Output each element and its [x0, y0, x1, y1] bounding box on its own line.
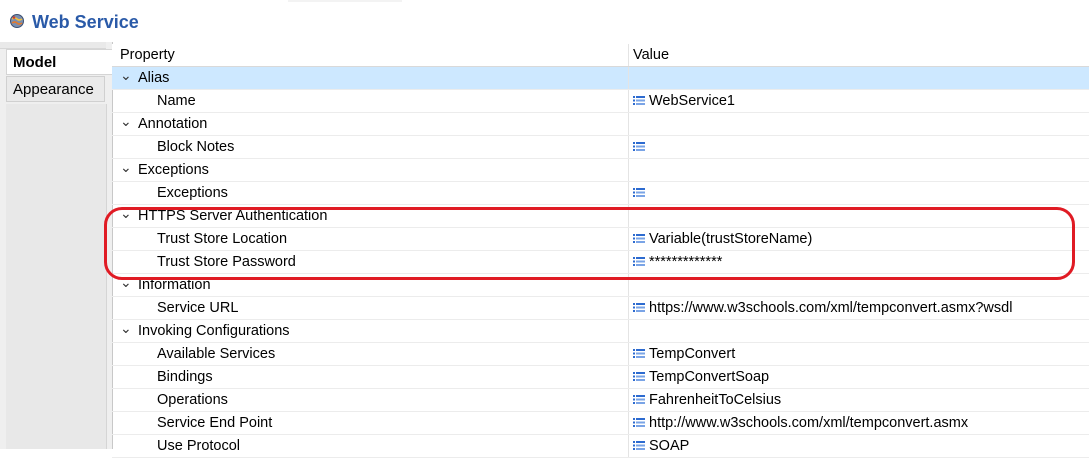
property-list-icon [633, 395, 645, 404]
column-separator [628, 182, 629, 204]
property-row[interactable]: Operations FahrenheitToCelsius [112, 389, 1089, 412]
property-label: Block Notes [157, 139, 235, 155]
property-row[interactable]: Service End Point http://www.w3schools.co… [112, 412, 1089, 435]
column-separator [628, 113, 629, 135]
property-list-icon [633, 96, 645, 105]
group-row[interactable]: ⌄ Alias [112, 67, 1089, 90]
column-separator [628, 274, 629, 296]
left-tab-panel: Model Appearance [0, 42, 113, 449]
property-list-icon [633, 372, 645, 381]
group-label: Alias [138, 70, 170, 86]
property-list-icon [633, 142, 645, 151]
property-row[interactable]: Block Notes [112, 136, 1089, 159]
property-list-icon [633, 418, 645, 427]
column-separator [628, 320, 629, 342]
chevron-down-icon[interactable]: ⌄ [120, 110, 132, 133]
column-separator [628, 159, 629, 181]
property-label: Exceptions [157, 185, 228, 201]
column-separator [628, 435, 629, 457]
editor-header: Web Service [0, 0, 1089, 42]
property-row[interactable]: Bindings TempConvertSoap [112, 366, 1089, 389]
header-tab-strip [288, 0, 402, 2]
property-value: TempConvertSoap [649, 369, 770, 385]
column-header-value-label: Value [633, 47, 670, 63]
property-label: Name [157, 93, 196, 109]
tab-panel-edge [0, 42, 106, 49]
group-row[interactable]: ⌄ HTTPS Server Authentication [112, 205, 1089, 228]
property-list-icon [633, 188, 645, 197]
column-separator [628, 67, 629, 89]
property-value: https://www.w3schools.com/xml/tempconver… [649, 300, 1013, 316]
tab-panel-background [6, 104, 107, 449]
group-label: Annotation [138, 116, 208, 132]
property-value: FahrenheitToCelsius [649, 392, 782, 408]
property-table: Property Value ⌄ Alias Name WebService1 ⌄ Ann… [112, 44, 1089, 458]
property-row[interactable]: Exceptions [112, 182, 1089, 205]
property-value: SOAP [649, 438, 690, 454]
property-row[interactable]: Use Protocol SOAP [112, 435, 1089, 458]
property-value: WebService1 [649, 93, 735, 109]
table-header-row: Property Value [112, 44, 1089, 67]
group-row[interactable]: ⌄ Annotation [112, 113, 1089, 136]
property-label: Service URL [157, 300, 239, 316]
column-separator [628, 389, 629, 411]
property-value: TempConvert [649, 346, 736, 362]
column-separator [628, 205, 629, 227]
column-separator [628, 251, 629, 273]
property-value: Variable(trustStoreName) [649, 231, 813, 247]
tab-model[interactable]: Model [6, 49, 113, 75]
column-separator [628, 297, 629, 319]
property-list-icon [633, 234, 645, 243]
property-row[interactable]: Name WebService1 [112, 90, 1089, 113]
group-label: Information [138, 277, 211, 293]
column-separator [628, 44, 629, 66]
chevron-down-icon[interactable]: ⌄ [120, 64, 132, 87]
web-service-icon [10, 14, 24, 28]
property-label: Bindings [157, 369, 213, 385]
property-row[interactable]: Available Services TempConvert [112, 343, 1089, 366]
page-title: Web Service [32, 12, 139, 32]
group-label: HTTPS Server Authentication [138, 208, 328, 224]
chevron-down-icon[interactable]: ⌄ [120, 317, 132, 340]
chevron-down-icon[interactable]: ⌄ [120, 202, 132, 225]
group-row[interactable]: ⌄ Invoking Configurations [112, 320, 1089, 343]
property-label: Available Services [157, 346, 276, 362]
property-label: Trust Store Password [157, 254, 296, 270]
chevron-down-icon[interactable]: ⌄ [120, 271, 132, 294]
column-separator [628, 228, 629, 250]
property-value: http://www.w3schools.com/xml/tempconvert… [649, 415, 969, 431]
column-separator [628, 412, 629, 434]
property-value: ************* [649, 254, 723, 270]
property-label: Service End Point [157, 415, 273, 431]
column-separator [628, 343, 629, 365]
chevron-down-icon[interactable]: ⌄ [120, 156, 132, 179]
group-label: Invoking Configurations [138, 323, 290, 339]
property-row[interactable]: Trust Store Password ************* [112, 251, 1089, 274]
column-separator [628, 90, 629, 112]
property-label: Operations [157, 392, 228, 408]
tab-appearance[interactable]: Appearance [6, 76, 105, 102]
column-separator [628, 136, 629, 158]
column-separator [628, 366, 629, 388]
group-row[interactable]: ⌄ Exceptions [112, 159, 1089, 182]
property-list-icon [633, 257, 645, 266]
property-list-icon [633, 303, 645, 312]
property-row[interactable]: Service URL https://www.w3schools.com/xml… [112, 297, 1089, 320]
group-row[interactable]: ⌄ Information [112, 274, 1089, 297]
property-label: Use Protocol [157, 438, 241, 454]
group-label: Exceptions [138, 162, 209, 178]
property-list-icon [633, 349, 645, 358]
property-row[interactable]: Trust Store Location Variable(trustStoreN… [112, 228, 1089, 251]
property-label: Trust Store Location [157, 231, 288, 247]
